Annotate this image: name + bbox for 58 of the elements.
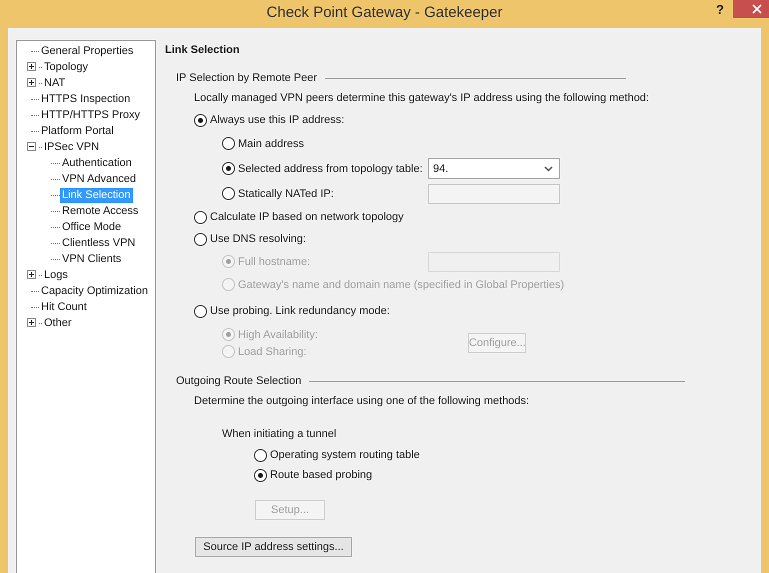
- description-text: Determine the outgoing interface using one of the following methods:: [194, 395, 530, 407]
- section-heading: IP Selection by Remote Peer: [176, 72, 318, 84]
- radio-label: Calculate IP based on network topology: [210, 211, 404, 223]
- tree-item[interactable]: General Properties: [39, 44, 136, 58]
- expand-icon[interactable]: [27, 270, 36, 279]
- radio-label: Load Sharing:: [238, 346, 306, 358]
- tree-item[interactable]: IPSec VPN: [42, 140, 102, 154]
- radio-button[interactable]: [194, 304, 207, 318]
- tree-item[interactable]: VPN Advanced: [60, 172, 138, 186]
- radio-label: High Availability:: [238, 328, 318, 340]
- radio-label: Statically NATed IP:: [238, 188, 334, 200]
- radio-label: Use DNS resolving:: [210, 233, 306, 245]
- input-field[interactable]: [428, 184, 560, 204]
- radio-button[interactable]: [254, 468, 267, 482]
- tree-item[interactable]: Office Mode: [60, 220, 124, 234]
- tunnel-label: When initiating a tunnel: [222, 428, 336, 440]
- tree-item[interactable]: Other: [42, 316, 74, 330]
- help-button[interactable]: ?: [709, 0, 731, 18]
- tree-item[interactable]: Clientless VPN: [60, 236, 138, 250]
- radio-label: Operating system routing table: [270, 449, 420, 461]
- tree-item[interactable]: Capacity Optimization: [39, 284, 150, 298]
- radio-button[interactable]: [222, 187, 235, 200]
- radio-button[interactable]: [222, 162, 235, 175]
- tree-item[interactable]: Remote Access: [60, 204, 140, 218]
- radio-label: Route based probing: [270, 469, 372, 481]
- radio-button[interactable]: [194, 232, 207, 246]
- radio-label: Use probing. Link redundancy mode:: [210, 305, 390, 317]
- radio-label: Full hostname:: [238, 256, 310, 268]
- tree-item[interactable]: Logs: [42, 268, 70, 282]
- source-ip-settings-button[interactable]: Source IP address settings...: [195, 537, 352, 557]
- radio-button[interactable]: [222, 137, 235, 150]
- expand-icon[interactable]: [27, 62, 36, 71]
- tree-item[interactable]: NAT: [42, 76, 68, 90]
- tree-item[interactable]: Authentication: [60, 156, 134, 170]
- section-heading: Outgoing Route Selection: [176, 375, 302, 387]
- tree-item[interactable]: Platform Portal: [39, 124, 116, 138]
- chevron-down-icon: [544, 166, 553, 172]
- radio-label: Always use this IP address:: [210, 114, 344, 126]
- tree-item[interactable]: HTTP/HTTPS Proxy: [39, 108, 142, 122]
- window-title: Check Point Gateway - Gatekeeper: [266, 4, 502, 21]
- page-title: Link Selection: [165, 43, 241, 58]
- address-dropdown[interactable]: 94.: [428, 158, 560, 179]
- description-text: Locally managed VPN peers determine this gateway's IP address using the following method:: [194, 92, 649, 104]
- tree-item[interactable]: VPN Clients: [60, 252, 124, 266]
- radio-label: Selected address from topology table:: [238, 162, 423, 174]
- radio-label: Main address: [238, 138, 304, 150]
- tree-item[interactable]: Topology: [42, 60, 90, 74]
- expand-icon[interactable]: [27, 78, 36, 87]
- close-icon: [752, 4, 762, 14]
- expand-icon[interactable]: [27, 318, 36, 327]
- collapse-icon[interactable]: [27, 142, 36, 151]
- radio-button[interactable]: [194, 114, 207, 126]
- radio-label: Gateway's name and domain name (specified in Global Properties): [238, 278, 564, 290]
- radio-button[interactable]: [194, 210, 207, 224]
- tree-item[interactable]: HTTPS Inspection: [39, 92, 132, 106]
- close-button[interactable]: [733, 0, 769, 18]
- radio-button[interactable]: [254, 448, 267, 462]
- tree-item[interactable]: Hit Count: [39, 300, 89, 314]
